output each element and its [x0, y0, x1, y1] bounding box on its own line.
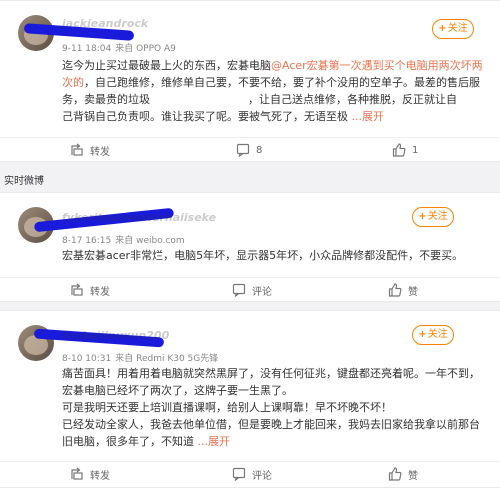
follow-label: 关注: [447, 23, 468, 34]
repost-label: 转发: [90, 286, 110, 298]
post-text-line: ，让自己送点维修，各种推脱，反正就让自: [248, 93, 457, 106]
like-icon: [388, 467, 402, 481]
repost-icon: [71, 143, 83, 156]
username[interactable]: jackieandrock: [62, 17, 148, 30]
like-icon: [392, 143, 406, 157]
post-text-line: 旧电脑，很多年了，不知道: [62, 435, 194, 448]
repost-label: 转发: [90, 146, 110, 158]
like-button[interactable]: 赞: [388, 466, 418, 482]
post-time[interactable]: 9-11 18:04: [62, 44, 111, 54]
post-meta: 8-17 16:15 来自 weibo.com: [62, 233, 185, 246]
post-text-line: 己背锅自己负责呗。谁让我买了呢。要被气死了，无语至极: [62, 110, 348, 123]
plus-icon: +: [418, 211, 427, 222]
expand-link[interactable]: ...展开: [348, 110, 384, 123]
post-source: 来自 OPPO A9: [115, 44, 176, 54]
post-text-line: 可是我明天还要上培训直播课啊，给别人上课啊靠！早不坏晚不坏！: [62, 401, 392, 414]
post-meta: 9-11 18:04 来自 OPPO A9: [62, 41, 176, 54]
plus-icon: +: [418, 329, 427, 340]
comment-button[interactable]: 8: [236, 142, 262, 158]
repost-icon: [71, 467, 83, 480]
post-time[interactable]: 8-10 10:31: [62, 354, 111, 364]
repost-icon: [71, 283, 83, 296]
comment-label: 评论: [252, 286, 272, 298]
comment-button[interactable]: 评论: [232, 466, 272, 482]
follow-button[interactable]: +关注: [412, 325, 454, 345]
post-meta: 8-10 10:31 来自 Redmi K30 5G先锋: [62, 351, 218, 364]
post-text-line: 务，卖最贵的垃圾: [62, 93, 150, 106]
post-actions: 转发 8 1: [0, 137, 500, 161]
post-text-line: 已经发动全家人，我爸去他单位借，但是要晚上才能回来，我妈去旧家给我拿以前那台: [62, 418, 480, 431]
repost-button[interactable]: 转发: [70, 466, 110, 482]
comment-label: 评论: [252, 470, 272, 482]
post-card-3: fyukajiinuxun200 8-10 10:31 来自 Redmi K30 …: [0, 310, 500, 488]
post-text: 宏基宏碁acer非常烂，电脑5年坏，显示器5年坏，小众品牌修都没配件，不要买。: [62, 247, 494, 264]
post-text-line: 宏基宏碁acer非常烂，电脑5年坏，显示器5年坏，小众品牌修都没配件，不要买。: [62, 249, 464, 262]
post-text-line: ，自己跑维修，维修单自己要，不要不给，要了补个没用的空单子。最差的售后服: [84, 76, 480, 89]
section-title: 实时微博: [4, 176, 44, 187]
post-card-1: jackieandrock 9-11 18:04 来自 OPPO A9 +关注 迄…: [0, 0, 500, 162]
post-source: 来自 Redmi K30 5G先锋: [115, 354, 219, 364]
comment-icon: [232, 283, 246, 297]
like-label: 赞: [408, 470, 418, 482]
follow-label: 关注: [427, 329, 448, 340]
post-actions: 转发 评论 赞: [0, 461, 500, 485]
comment-count: 8: [256, 144, 263, 156]
username[interactable]: fykeriteamwaterhaiiseke: [62, 211, 216, 224]
repost-button[interactable]: 转发: [70, 142, 110, 158]
post-text: 迄今为止买过最破最上火的东西，宏碁电脑@Acer宏碁第一次遇到买个电脑用两次坏两…: [62, 57, 494, 125]
post-text-line: 迄今为止买过最破最上火的东西，宏碁电脑: [62, 59, 271, 72]
post-source: 来自 weibo.com: [115, 236, 185, 246]
comment-button[interactable]: 评论: [232, 282, 272, 298]
repost-label: 转发: [90, 470, 110, 482]
mention-link[interactable]: @Acer宏碁第一次遇到买个电脑用两次坏两: [271, 59, 483, 72]
mention-link-cont[interactable]: 次的: [62, 76, 84, 89]
post-text: 痛苦面具！用着用着电脑就突然黑屏了，没有任何征兆，键盘都还亮着呢。一年不到， 宏…: [62, 365, 494, 450]
like-label: 赞: [408, 286, 418, 298]
follow-button[interactable]: +关注: [432, 19, 474, 39]
like-button[interactable]: 1: [392, 142, 418, 158]
like-button[interactable]: 赞: [388, 282, 418, 298]
like-icon: [388, 283, 402, 297]
post-card-2: fykeriteamwaterhaiiseke 8-17 16:15 来自 wei…: [0, 192, 500, 302]
comment-icon: [236, 143, 250, 157]
repost-button[interactable]: 转发: [70, 282, 110, 298]
post-actions: 转发 评论 赞: [0, 277, 500, 301]
post-time[interactable]: 8-17 16:15: [62, 236, 111, 246]
username[interactable]: fyukajiinuxun200: [62, 329, 169, 342]
plus-icon: +: [438, 23, 447, 34]
follow-button[interactable]: +关注: [412, 207, 454, 227]
comment-icon: [232, 467, 246, 481]
post-text-line: 宏碁电脑已经坏了两次了，这牌子要一生黑了。: [62, 384, 293, 397]
expand-link[interactable]: ...展开: [194, 435, 230, 448]
follow-label: 关注: [427, 211, 448, 222]
like-count: 1: [412, 144, 419, 156]
post-text-line: 痛苦面具！用着用着电脑就突然黑屏了，没有任何征兆，键盘都还亮着呢。一年不到，: [62, 367, 480, 380]
